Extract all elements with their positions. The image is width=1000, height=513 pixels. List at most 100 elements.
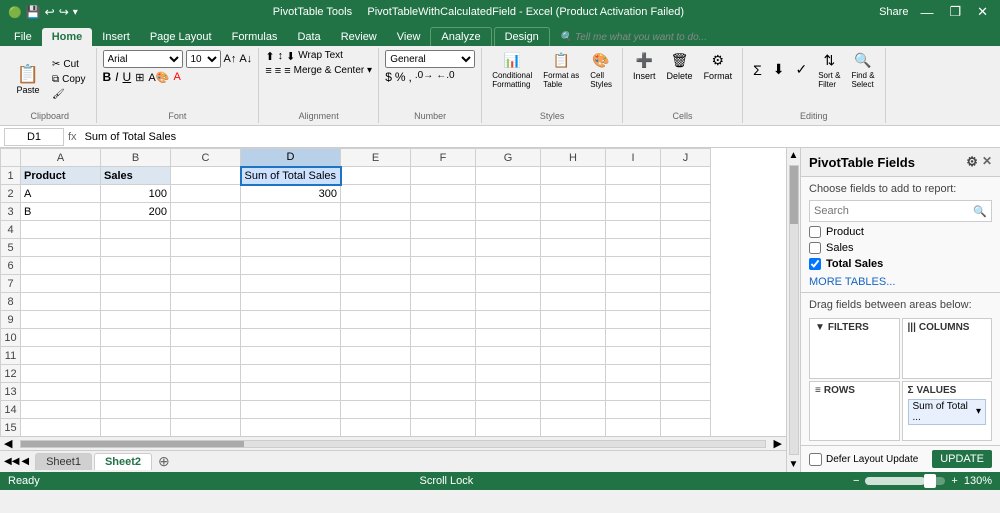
cell-A2[interactable]: A bbox=[21, 185, 101, 203]
format-as-table-btn[interactable]: 📋 Format asTable bbox=[539, 50, 583, 91]
tab-review[interactable]: Review bbox=[331, 28, 387, 46]
cell-A1[interactable]: Product bbox=[21, 167, 101, 185]
tab-page-layout[interactable]: Page Layout bbox=[140, 28, 222, 46]
sort-filter-btn[interactable]: ⇅ Sort &Filter bbox=[814, 50, 844, 91]
underline-btn[interactable]: U bbox=[123, 70, 132, 84]
scroll-left-btn[interactable]: ◀ bbox=[0, 437, 16, 450]
tab-search[interactable]: 🔍 Tell me what you want to do... bbox=[552, 29, 715, 46]
scroll-right-btn[interactable]: ▶ bbox=[770, 437, 786, 450]
font-family-select[interactable]: Arial bbox=[103, 50, 183, 68]
col-header-A[interactable]: A bbox=[21, 149, 101, 167]
zoom-minus-btn[interactable]: − bbox=[853, 475, 859, 487]
autosum-btn[interactable]: Σ bbox=[749, 50, 766, 91]
scroll-up-btn[interactable]: ▲ bbox=[787, 148, 801, 163]
horizontal-scrollbar[interactable]: ◀ ▶ bbox=[0, 436, 786, 450]
cell-C1[interactable] bbox=[171, 167, 241, 185]
pivot-field-sales-checkbox[interactable] bbox=[809, 242, 821, 254]
h-scroll-thumb[interactable] bbox=[21, 441, 244, 447]
align-left-btn[interactable]: ≡ bbox=[265, 65, 271, 77]
decrease-font-btn[interactable]: A↓ bbox=[239, 53, 252, 65]
clear-btn[interactable]: ✓ bbox=[791, 50, 811, 91]
merge-center-btn[interactable]: Merge & Center ▾ bbox=[294, 65, 372, 77]
col-header-C[interactable]: C bbox=[171, 149, 241, 167]
vertical-scrollbar[interactable]: ▲ ▼ bbox=[786, 148, 800, 472]
cell-F1[interactable] bbox=[411, 167, 476, 185]
col-header-D[interactable]: D bbox=[241, 149, 341, 167]
tab-home[interactable]: Home bbox=[42, 28, 93, 46]
cell-A3[interactable]: B bbox=[21, 203, 101, 221]
border-btn[interactable]: ⊞ bbox=[135, 71, 144, 84]
cell-C3[interactable] bbox=[171, 203, 241, 221]
tab-analyze[interactable]: Analyze bbox=[430, 27, 491, 46]
scroll-tabs-left2[interactable]: ◀ bbox=[21, 456, 29, 467]
cell-H1[interactable] bbox=[541, 167, 606, 185]
pivot-search-box[interactable]: 🔍 bbox=[809, 200, 992, 222]
drag-area-filters[interactable]: ▼ FILTERS bbox=[809, 318, 900, 379]
zoom-slider-thumb[interactable] bbox=[924, 474, 936, 488]
drag-area-columns[interactable]: ||| COLUMNS bbox=[902, 318, 993, 379]
pivot-field-total-sales[interactable]: Total Sales bbox=[801, 256, 1000, 272]
cell-J1[interactable] bbox=[661, 167, 711, 185]
cell-E1[interactable] bbox=[341, 167, 411, 185]
col-header-G[interactable]: G bbox=[476, 149, 541, 167]
fill-color-btn[interactable]: A🎨 bbox=[148, 71, 169, 84]
name-box[interactable] bbox=[4, 128, 64, 146]
tab-formulas[interactable]: Formulas bbox=[222, 28, 288, 46]
font-color-btn[interactable]: A bbox=[173, 71, 180, 83]
paste-btn[interactable]: 📋 Paste bbox=[10, 63, 46, 97]
scroll-tabs-left[interactable]: ◀◀ bbox=[4, 456, 19, 467]
values-item-dropdown[interactable]: ▾ bbox=[976, 406, 981, 417]
cut-btn[interactable]: ✂ Cut bbox=[48, 58, 90, 71]
copy-btn[interactable]: ⧉ Copy bbox=[48, 73, 90, 86]
cell-C2[interactable] bbox=[171, 185, 241, 203]
tab-design[interactable]: Design bbox=[494, 27, 550, 46]
sheet-tab-sheet2[interactable]: Sheet2 bbox=[94, 453, 152, 470]
cell-styles-btn[interactable]: 🎨 CellStyles bbox=[586, 50, 616, 91]
h-scroll-track[interactable] bbox=[20, 440, 765, 448]
col-header-E[interactable]: E bbox=[341, 149, 411, 167]
pivot-panel-close-btn[interactable]: ✕ bbox=[982, 154, 992, 170]
cell-I1[interactable] bbox=[606, 167, 661, 185]
col-header-H[interactable]: H bbox=[541, 149, 606, 167]
v-scroll-track[interactable] bbox=[789, 165, 799, 455]
col-header-I[interactable]: I bbox=[606, 149, 661, 167]
align-right-btn[interactable]: ≡ bbox=[284, 65, 290, 77]
number-format-select[interactable]: General bbox=[385, 50, 475, 68]
pivot-field-product-checkbox[interactable] bbox=[809, 226, 821, 238]
cell-F3[interactable] bbox=[411, 203, 476, 221]
pivot-field-product[interactable]: Product bbox=[801, 224, 1000, 240]
cell-D3[interactable] bbox=[241, 203, 341, 221]
add-sheet-btn[interactable]: ⊕ bbox=[154, 453, 174, 470]
cell-A4[interactable] bbox=[21, 221, 101, 239]
cell-I3[interactable] bbox=[606, 203, 661, 221]
cell-E3[interactable] bbox=[341, 203, 411, 221]
comma-btn[interactable]: , bbox=[409, 70, 412, 84]
align-center-btn[interactable]: ≡ bbox=[275, 65, 281, 77]
insert-btn[interactable]: ➕ Insert bbox=[629, 50, 660, 83]
cell-F2[interactable] bbox=[411, 185, 476, 203]
increase-decimal-btn[interactable]: .0→ bbox=[415, 70, 433, 84]
delete-btn[interactable]: 🗑 Delete bbox=[663, 50, 697, 83]
share-btn[interactable]: Share bbox=[879, 6, 908, 18]
cell-D1[interactable]: Sum of Total Sales bbox=[241, 167, 341, 185]
cell-H2[interactable] bbox=[541, 185, 606, 203]
cell-G3[interactable] bbox=[476, 203, 541, 221]
wrap-text-btn[interactable]: Wrap Text bbox=[298, 50, 343, 63]
cell-J2[interactable] bbox=[661, 185, 711, 203]
more-tables-link[interactable]: MORE TABLES... bbox=[801, 272, 1000, 292]
format-btn[interactable]: ⚙ Format bbox=[700, 50, 737, 83]
pivot-field-total-sales-checkbox[interactable] bbox=[809, 258, 821, 270]
col-header-B[interactable]: B bbox=[101, 149, 171, 167]
close-btn[interactable]: ✕ bbox=[973, 4, 992, 20]
cell-G2[interactable] bbox=[476, 185, 541, 203]
bold-btn[interactable]: B bbox=[103, 70, 112, 84]
currency-btn[interactable]: $ bbox=[385, 70, 392, 84]
update-btn[interactable]: UPDATE bbox=[932, 450, 992, 468]
pivot-field-sales[interactable]: Sales bbox=[801, 240, 1000, 256]
percent-btn[interactable]: % bbox=[395, 70, 406, 84]
align-middle-btn[interactable]: ↕ bbox=[278, 50, 284, 63]
values-item-total-sales[interactable]: Sum of Total ... ▾ bbox=[908, 399, 987, 425]
align-bottom-btn[interactable]: ⬇ bbox=[286, 50, 295, 63]
col-header-F[interactable]: F bbox=[411, 149, 476, 167]
find-select-btn[interactable]: 🔍 Find &Select bbox=[847, 50, 878, 91]
